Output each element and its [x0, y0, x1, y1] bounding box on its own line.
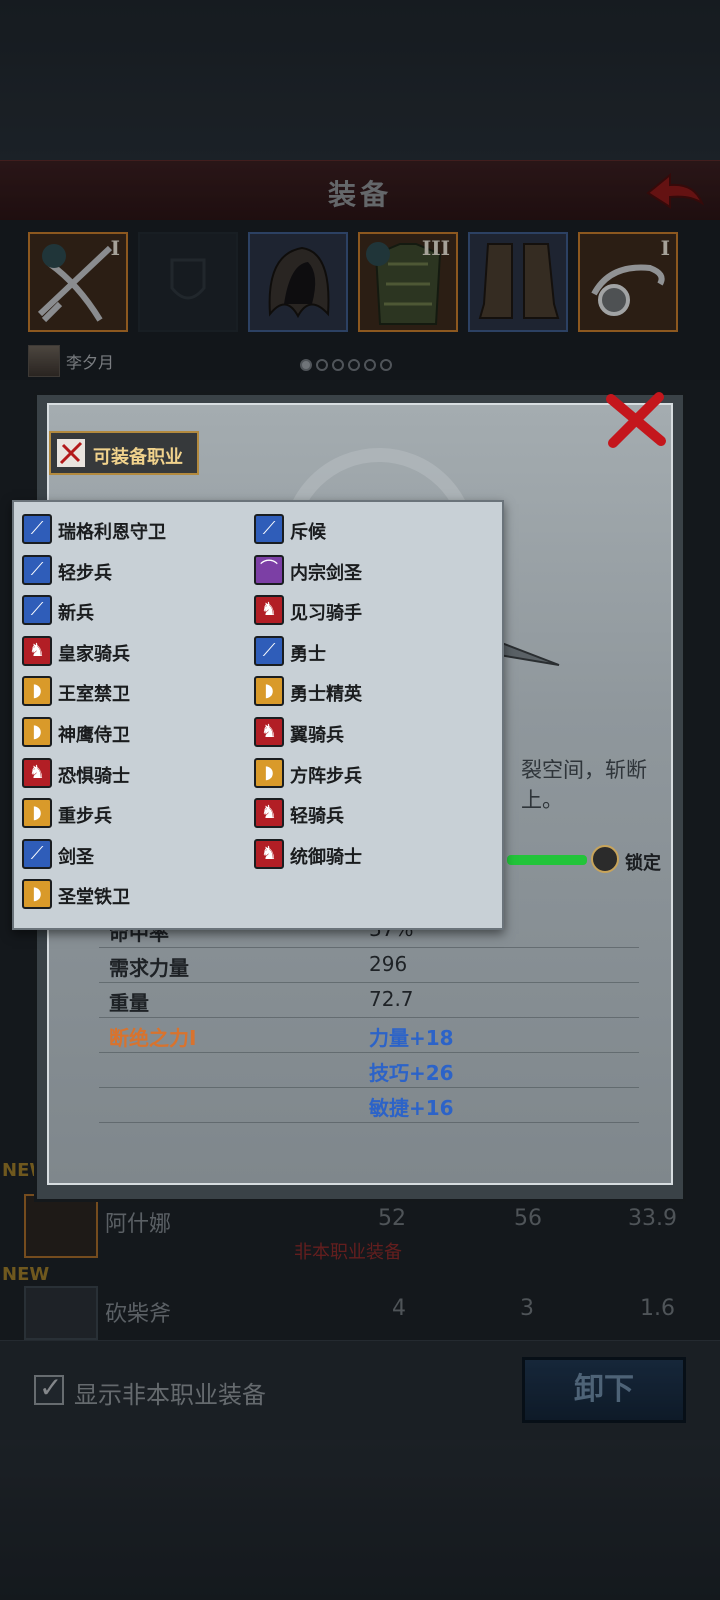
class-name: 瑞格利恩守卫 [58, 522, 166, 543]
horse-class-icon: ♞ [254, 595, 284, 626]
class-name: 统御骑士 [290, 846, 362, 868]
class-name: 剑圣 [58, 846, 94, 868]
lock-icon[interactable] [591, 845, 619, 873]
class-item: ◗ 方阵步兵 [254, 757, 474, 790]
table-row: 敏捷+16 [99, 1088, 639, 1123]
stat-value: 72.7 [369, 987, 414, 1011]
class-name: 神鹰侍卫 [58, 725, 130, 746]
class-item: ♞ 恐惧骑士 [22, 757, 242, 790]
class-name: 王室禁卫 [58, 684, 130, 706]
class-item: ♞ 皇家骑兵 [22, 635, 242, 668]
class-item: ◗ 神鹰侍卫 [22, 717, 242, 749]
sword-class-icon: ⟋ [254, 514, 284, 544]
lock-label: 锁定 [625, 853, 661, 874]
table-row: 技巧+26 [99, 1053, 639, 1088]
sword-class-icon: ⟋ [22, 554, 52, 585]
shield-class-icon: ◗ [22, 717, 52, 747]
class-name: 轻骑兵 [290, 806, 344, 828]
weapon-class-icon [57, 439, 85, 467]
stat-name: 重量 [109, 991, 149, 1015]
bonus-name: 断绝之力I [109, 1026, 197, 1050]
class-name: 重步兵 [58, 806, 112, 828]
class-name: 轻步兵 [58, 562, 112, 584]
class-list-popup: ⟋ 瑞格利恩守卫 ⟋ 轻步兵 ⟋ 新兵 ♞ 皇家骑兵 ◗ 王室禁卫 ◗ 神鹰侍卫 ♞ 恐惧骑士 ◗ 重步兵 ⟋ 剑… [12, 500, 504, 930]
shield-class-icon: ◗ [254, 757, 284, 788]
sword-class-icon: ⟋ [254, 635, 284, 666]
class-name: 勇士精英 [290, 684, 362, 706]
item-description: 裂空间，斩断 上。 [521, 755, 647, 815]
class-item: ◗ 圣堂铁卫 [22, 879, 242, 911]
class-item: ⟋ 新兵 [22, 595, 242, 627]
stat-bonus: 敏捷+16 [369, 1096, 454, 1120]
shield-class-icon: ◗ [22, 676, 52, 707]
class-name: 圣堂铁卫 [58, 887, 130, 909]
class-item: ◗ 勇士精英 [254, 676, 474, 708]
stat-bonus: 力量+18 [369, 1026, 454, 1050]
description-line: 裂空间，斩断 [521, 758, 647, 782]
class-item: ⟋ 斥候 [254, 514, 474, 546]
class-name: 新兵 [58, 603, 94, 625]
class-name: 翼骑兵 [290, 725, 344, 746]
class-item: ⟋ 瑞格利恩守卫 [22, 514, 242, 546]
table-row: 重量 72.7 [99, 983, 639, 1018]
class-name: 斥候 [290, 522, 326, 543]
shield-class-icon: ◗ [22, 879, 52, 910]
horse-class-icon: ♞ [254, 798, 284, 829]
close-icon[interactable] [601, 389, 671, 451]
description-line: 上。 [521, 788, 563, 812]
class-name: 恐惧骑士 [58, 765, 130, 787]
equippable-classes-tag[interactable]: 可装备职业 [49, 431, 199, 475]
class-name: 见习骑手 [290, 603, 362, 625]
sword-class-icon: ⟋ [22, 595, 52, 626]
equippable-classes-label: 可装备职业 [93, 447, 183, 468]
stats-table: 命中率37% 需求力量296 重量72.7 断绝之力I力量+18 技巧+26 敏… [99, 913, 639, 1123]
horse-class-icon: ♞ [22, 757, 52, 788]
class-item: ◗ 重步兵 [22, 798, 242, 830]
progress-bar [507, 855, 587, 865]
horse-class-icon: ♞ [254, 717, 284, 747]
horse-class-icon: ♞ [22, 635, 52, 666]
class-item: ◗ 王室禁卫 [22, 676, 242, 708]
stat-value: 296 [369, 952, 408, 976]
class-item: ♞ 见习骑手 [254, 595, 474, 627]
class-item: ♞ 轻骑兵 [254, 798, 474, 830]
class-item: ♞ 翼骑兵 [254, 717, 474, 749]
table-row: 断绝之力I 力量+18 [99, 1018, 639, 1053]
class-name: 勇士 [290, 643, 326, 665]
staff-class-icon: ⌒ [254, 554, 284, 585]
class-item: ⟋ 轻步兵 [22, 554, 242, 587]
stat-bonus: 技巧+26 [369, 1061, 454, 1085]
class-name: 皇家骑兵 [58, 643, 130, 665]
class-item: ♞ 统御骑士 [254, 838, 474, 871]
class-name: 内宗剑圣 [290, 562, 362, 584]
class-item: ⌒ 内宗剑圣 [254, 554, 474, 587]
sword-class-icon: ⟋ [22, 514, 52, 544]
shield-class-icon: ◗ [22, 798, 52, 829]
shield-class-icon: ◗ [254, 676, 284, 707]
class-item: ⟋ 勇士 [254, 635, 474, 668]
stat-name: 需求力量 [109, 956, 189, 980]
class-name: 方阵步兵 [290, 765, 362, 787]
horse-class-icon: ♞ [254, 838, 284, 869]
table-row: 需求力量 296 [99, 948, 639, 983]
sword-class-icon: ⟋ [22, 838, 52, 869]
class-item: ⟋ 剑圣 [22, 838, 242, 871]
